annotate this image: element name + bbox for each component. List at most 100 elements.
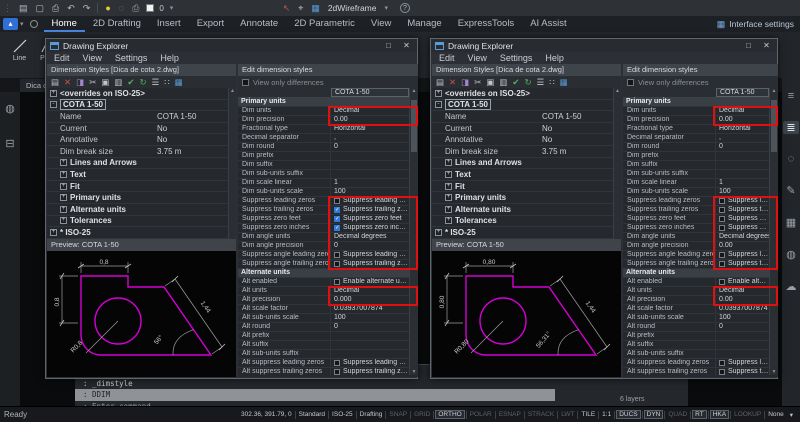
tab-2d-parametric[interactable]: 2D Parametric xyxy=(286,16,363,32)
status-toggle-grid[interactable]: GRID xyxy=(411,411,433,418)
expand-icon[interactable]: + xyxy=(50,229,57,236)
copy-icon[interactable]: ▣ xyxy=(101,77,109,88)
grid-row[interactable]: Dim sub-units suffix xyxy=(623,170,778,179)
tree-row[interactable]: +Text xyxy=(47,169,236,181)
tree-row[interactable]: CurrentNo xyxy=(432,123,621,135)
tab-annotate[interactable]: Annotate xyxy=(232,16,286,32)
attachments-icon[interactable]: ◌ xyxy=(783,153,799,165)
expand-icon[interactable]: + xyxy=(445,171,452,178)
grid-value[interactable]: 0 xyxy=(331,323,409,331)
annotate-pen-icon[interactable]: ✎ xyxy=(783,184,799,197)
expand-icon[interactable]: + xyxy=(445,183,452,190)
grid-column-header[interactable]: COTA 1-50 xyxy=(331,88,409,97)
paste-icon[interactable]: ▥ xyxy=(114,77,122,88)
scroll-down-icon[interactable]: ▼ xyxy=(410,369,418,375)
grid-value[interactable] xyxy=(331,161,409,169)
grid-row[interactable]: Dim scale linear1 xyxy=(238,179,418,188)
dialog-title-bar[interactable]: Drawing Explorer□✕ xyxy=(46,39,417,52)
grid-value[interactable]: 0.03937007874 xyxy=(716,305,769,313)
menu-help[interactable]: Help xyxy=(545,53,564,63)
grid-value[interactable]: Suppress trailing ze... xyxy=(716,368,769,375)
checkbox-unchecked[interactable] xyxy=(334,369,340,375)
grid-row[interactable]: Alt prefix xyxy=(623,332,778,341)
grid-value[interactable]: 0 xyxy=(716,143,769,151)
tree-row[interactable]: CurrentNo xyxy=(47,123,236,135)
collapse-icon[interactable]: - xyxy=(435,101,442,108)
grid-value[interactable]: Suppress leading ze... xyxy=(716,359,769,367)
grid-row[interactable]: Dim suffix xyxy=(623,161,778,170)
components-icon[interactable]: ▦ xyxy=(783,216,799,229)
scroll-up-icon[interactable]: ▲ xyxy=(410,88,418,94)
tree-scrollbar[interactable]: ▲ xyxy=(228,88,236,239)
copy-icon[interactable]: ▣ xyxy=(486,77,494,88)
tree-row[interactable]: +Lines and Arrows xyxy=(432,158,621,170)
view-style-caret-icon[interactable]: ▾ xyxy=(384,4,388,12)
grid-row[interactable]: Alt suppress trailing zerosSuppress trai… xyxy=(238,368,418,375)
grid-row[interactable]: Dim prefix xyxy=(623,152,778,161)
view-style-dropdown[interactable]: 2dWireframe xyxy=(328,3,377,13)
tree-row[interactable]: +<overrides on ISO-25> xyxy=(432,88,621,100)
maximize-button[interactable]: □ xyxy=(742,40,755,51)
paste-icon[interactable]: ▥ xyxy=(499,77,507,88)
grid-row[interactable]: Alt prefix xyxy=(238,332,418,341)
save-icon[interactable]: ▤ xyxy=(19,3,28,14)
status-toggle-1-1[interactable]: 1:1 xyxy=(599,411,614,418)
apply-icon[interactable]: ✔ xyxy=(127,77,134,88)
delete-style-icon[interactable]: ✕ xyxy=(449,77,456,88)
grid-row[interactable]: Dim scale linear1 xyxy=(623,179,778,188)
status-toggle-ducs[interactable]: DUCS xyxy=(616,410,640,419)
purge-icon[interactable]: ◨ xyxy=(461,77,469,88)
menu-edit[interactable]: Edit xyxy=(439,53,455,63)
status-toggle-lookup[interactable]: LOOKUP xyxy=(731,411,764,418)
layer-plot-icon[interactable]: ⎙ xyxy=(132,3,139,14)
grid-value[interactable]: 100 xyxy=(331,314,409,322)
status-toggle-esnap[interactable]: ESNAP xyxy=(496,411,524,418)
status-toggle-iso-25[interactable]: ISO-25 xyxy=(329,411,356,418)
expand-icon[interactable]: + xyxy=(60,183,67,190)
layer-freeze-icon[interactable]: ◌ xyxy=(119,3,124,13)
tree-row[interactable]: +<overrides on ISO-25> xyxy=(47,88,236,100)
status-toggle-standard[interactable]: Standard xyxy=(296,411,328,418)
grid-row[interactable]: Fractional typeHorizontal xyxy=(623,125,778,134)
grid-row[interactable]: Dim sub-units suffix xyxy=(238,170,418,179)
cut-icon[interactable]: ✂ xyxy=(474,77,481,88)
layer-color-swatch[interactable] xyxy=(146,4,154,12)
tree-row[interactable]: +Primary units xyxy=(432,192,621,204)
expand-icon[interactable]: + xyxy=(445,194,452,201)
grid-row[interactable]: Alt round0 xyxy=(238,323,418,332)
grid-row[interactable]: Alt suppress leading zerosSuppress leadi… xyxy=(623,359,778,368)
menu-help[interactable]: Help xyxy=(160,53,179,63)
redo-icon[interactable]: ↷ xyxy=(83,3,91,14)
tab-expresstools[interactable]: ExpressTools xyxy=(450,16,523,32)
status-toggle-dyn[interactable]: DYN xyxy=(644,410,664,419)
regen-icon[interactable]: ↻ xyxy=(525,77,532,88)
expand-icon[interactable]: + xyxy=(445,217,452,224)
tree-row[interactable]: +Tolerances xyxy=(47,216,236,228)
maximize-button[interactable]: □ xyxy=(382,40,395,51)
status-overflow-caret-icon[interactable]: ▾ xyxy=(787,411,796,419)
menu-settings[interactable]: Settings xyxy=(115,53,148,63)
tree-row[interactable]: Dim break size3.75 m xyxy=(432,146,621,158)
expand-icon[interactable]: + xyxy=(445,206,452,213)
help-button[interactable]: ? xyxy=(400,3,410,13)
tree-row[interactable]: +Text xyxy=(432,169,621,181)
structure-icon[interactable]: ⊟ xyxy=(5,137,14,150)
grid-value[interactable] xyxy=(331,350,409,358)
new-style-icon[interactable]: ▤ xyxy=(436,77,444,88)
icons-view-icon[interactable]: ∷ xyxy=(549,77,554,88)
interface-settings-button[interactable]: ▦ Interface settings xyxy=(717,19,794,30)
scroll-up-icon[interactable]: ▲ xyxy=(770,88,778,94)
status-toggle-snap[interactable]: SNAP xyxy=(386,411,410,418)
tab-2d-drafting[interactable]: 2D Drafting xyxy=(85,16,149,32)
new-style-icon[interactable]: ▤ xyxy=(51,77,59,88)
checkbox-unchecked[interactable] xyxy=(719,279,725,285)
grid-row[interactable]: Decimal separator, xyxy=(238,134,418,143)
view-differences-checkbox[interactable] xyxy=(242,79,249,86)
grid-value[interactable]: Enable alternate units xyxy=(331,278,409,286)
current-layer-name[interactable]: 0 xyxy=(159,4,163,13)
menu-settings[interactable]: Settings xyxy=(500,53,533,63)
tree-row[interactable]: -COTA 1-50 xyxy=(47,100,236,112)
tree-row[interactable]: AnnotativeNo xyxy=(47,134,236,146)
tree-row[interactable]: +Primary units xyxy=(47,192,236,204)
app-menu-caret-icon[interactable]: ▾ xyxy=(20,20,24,28)
